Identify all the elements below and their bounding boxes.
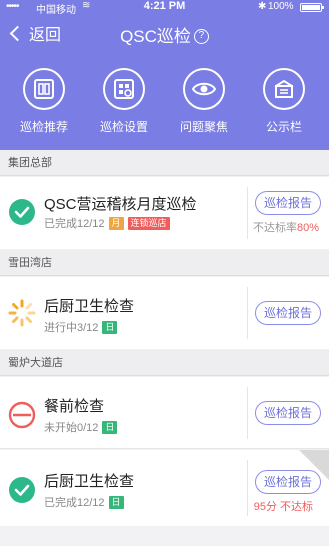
- quick-action-bulletin[interactable]: 公示栏: [254, 68, 314, 135]
- quick-action-focus[interactable]: 问题聚焦: [174, 68, 234, 135]
- battery-icon: [300, 3, 324, 12]
- report-button[interactable]: 巡检报告: [255, 191, 321, 215]
- quick-action-label: 巡检推荐: [19, 120, 68, 134]
- divider: [247, 287, 248, 339]
- bluetooth-icon: ✱: [258, 1, 267, 12]
- fail-rate: 不达标率80%: [253, 219, 319, 235]
- list-item[interactable]: 餐前检查 未开始0/12 日 巡检报告: [0, 377, 329, 449]
- item-title: 餐前检查: [44, 398, 105, 415]
- not-started-icon: [8, 401, 36, 429]
- settings-grid-icon: [103, 68, 145, 110]
- group-header: 集团总部: [0, 150, 329, 176]
- report-button[interactable]: 巡检报告: [255, 301, 321, 325]
- item-title: QSC营运稽核月度巡检: [44, 196, 197, 213]
- check-circle-icon: [9, 199, 35, 225]
- loading-icon: [8, 299, 36, 327]
- quick-action-settings[interactable]: 巡检设置: [94, 68, 154, 135]
- badge-daily: 日: [108, 495, 124, 509]
- group-header: 蜀炉大道店: [0, 350, 329, 376]
- status-bar: ••••• 中国移动 ≋ 4:21 PM ✱ 100%: [0, 0, 329, 16]
- check-circle-icon: [9, 477, 35, 503]
- bulletin-icon: [263, 68, 305, 110]
- bottom-spacer: [0, 526, 329, 546]
- badge-daily: 日: [102, 320, 118, 334]
- badge-chain: 连锁巡店: [127, 216, 170, 230]
- score-text: 95分 不达标: [253, 501, 313, 513]
- report-button[interactable]: 巡检报告: [255, 401, 321, 425]
- fail-rate-value: 80%: [296, 222, 319, 234]
- quick-action-label: 问题聚焦: [179, 120, 228, 134]
- item-status: 未开始0/12: [44, 422, 99, 434]
- badge-monthly: 月: [108, 216, 124, 230]
- quick-action-recommend[interactable]: 巡检推荐: [14, 68, 74, 135]
- help-icon[interactable]: ?: [193, 29, 209, 45]
- list-item[interactable]: 后厨卫生检查 进行中3/12 日 巡检报告: [0, 277, 329, 349]
- divider: [247, 460, 248, 516]
- item-status: 进行中3/12: [44, 322, 99, 334]
- divider: [247, 187, 248, 239]
- page-title: QSC巡检?: [0, 22, 329, 47]
- item-status: 已完成12/12: [44, 218, 105, 230]
- page-title-text: QSC巡检: [120, 27, 191, 46]
- list-item[interactable]: 后厨卫生检查 已完成12/12 日 巡检报告 95分 不达标: [0, 450, 329, 526]
- quick-action-label: 公示栏: [265, 120, 302, 134]
- battery-percent: 100%: [268, 1, 294, 12]
- item-status: 已完成12/12: [44, 497, 105, 509]
- item-title: 后厨卫生检查: [44, 473, 135, 490]
- corner-ribbon: [299, 450, 329, 480]
- list-item[interactable]: QSC营运稽核月度巡检 已完成12/12 月 连锁巡店 巡检报告 不达标率80%: [0, 177, 329, 249]
- fail-rate-label: 不达标率: [252, 222, 297, 234]
- header: ••••• 中国移动 ≋ 4:21 PM ✱ 100% 返回 QSC巡检? 巡检…: [0, 0, 329, 150]
- quick-action-label: 巡检设置: [99, 120, 148, 134]
- badge-daily: 日: [102, 420, 118, 434]
- group-header: 雪田湾店: [0, 250, 329, 276]
- divider: [247, 387, 248, 439]
- eye-icon: [183, 68, 225, 110]
- grid-icon: [23, 68, 65, 110]
- item-title: 后厨卫生检查: [44, 298, 135, 315]
